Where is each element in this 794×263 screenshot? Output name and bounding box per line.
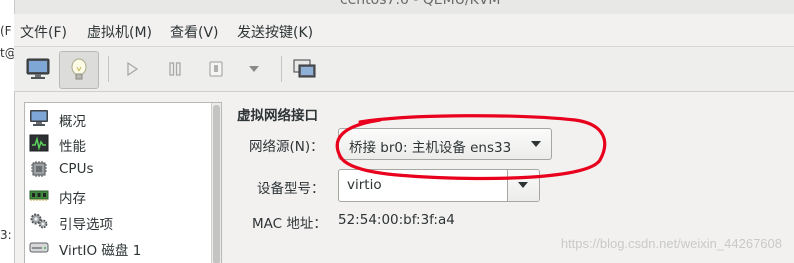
menu-send-key[interactable]: 发送按键(K)	[237, 22, 313, 42]
watermark: https://blog.csdn.net/weixin_44267608	[560, 236, 782, 251]
vm-details-window: centos7.6 - QEMU/KVM (F t@ 3: 文件(F) 虚拟机(…	[0, 0, 794, 263]
sidebar-item-label: VirtIO 磁盘 1	[59, 243, 142, 259]
pause-button[interactable]	[157, 51, 193, 87]
network-source-value: 桥接 br0: 主机设备 ens33	[349, 140, 512, 156]
background-fragment: 3:	[0, 228, 12, 242]
chevron-down-icon	[249, 66, 259, 72]
sidebar-item-label: 性能	[59, 139, 86, 155]
pause-icon	[169, 62, 181, 76]
memory-module-icon	[29, 190, 49, 201]
mac-address-label: MAC 地址：	[252, 216, 327, 232]
mac-address-value: 52:54:00:bf:3f:a4	[338, 212, 455, 228]
sidebar-scrollbar-thumb[interactable]	[213, 105, 220, 263]
background-window-edge: (F t@ 3:	[0, 0, 17, 263]
sidebar-item-label: CPUs	[59, 161, 94, 177]
console-button[interactable]	[20, 51, 56, 87]
chevron-down-icon	[518, 182, 528, 188]
device-model-label: 设备型号：	[257, 181, 325, 197]
disk-drive-icon	[29, 242, 49, 253]
sidebar-item-memory[interactable]: 内存	[25, 183, 211, 208]
sidebar-scrollbar[interactable]	[211, 103, 221, 263]
sidebar-item-overview[interactable]: 概况	[25, 106, 211, 131]
sidebar-item-label: 引导选项	[59, 217, 113, 233]
toolbar-separator	[281, 56, 282, 82]
play-icon	[127, 61, 139, 77]
shutdown-menu-button[interactable]	[236, 51, 272, 87]
device-model-combo[interactable]: virtio	[338, 169, 540, 202]
monitor-icon	[30, 110, 48, 126]
chevron-down-icon	[531, 141, 541, 147]
window-titlebar: centos7.6 - QEMU/KVM	[0, 0, 794, 14]
shutdown-button[interactable]	[198, 51, 234, 87]
power-icon	[209, 61, 223, 77]
network-source-select[interactable]: 桥接 br0: 主机设备 ens33	[338, 128, 552, 160]
menu-file[interactable]: 文件(F)	[20, 22, 67, 42]
monitor-icon	[26, 58, 50, 79]
sidebar-item-cpus[interactable]: CPUs	[25, 157, 211, 182]
section-title: 虚拟网络接口	[237, 108, 318, 124]
gears-icon	[30, 213, 48, 229]
device-model-dropdown-button[interactable]	[507, 170, 539, 201]
menubar: 文件(F) 虚拟机(M) 查看(V) 发送按键(K)	[14, 14, 794, 47]
sidebar-item-label: 概况	[59, 114, 86, 130]
run-button[interactable]	[114, 51, 150, 87]
lightbulb-icon	[71, 58, 87, 80]
cpu-chip-icon	[31, 161, 47, 177]
menu-virtual-machine[interactable]: 虚拟机(M)	[87, 22, 152, 42]
menu-view[interactable]: 查看(V)	[170, 22, 219, 42]
network-source-label: 网络源(N)：	[249, 139, 324, 155]
fullscreen-icon	[293, 59, 316, 78]
performance-chart-icon	[29, 134, 49, 152]
window-title: centos7.6 - QEMU/KVM	[340, 0, 501, 8]
sidebar-item-performance[interactable]: 性能	[25, 131, 211, 156]
background-fragment: (F	[0, 24, 12, 38]
toolbar	[14, 47, 794, 92]
device-model-value: virtio	[347, 177, 382, 193]
fullscreen-button[interactable]	[287, 51, 323, 87]
sidebar-item-label: 内存	[59, 191, 86, 207]
hardware-list: 概况 性能 CPUs 内存 引导选项 VirtIO 磁盘 1	[24, 102, 222, 263]
details-button[interactable]	[59, 51, 99, 89]
toolbar-separator	[108, 56, 109, 82]
sidebar-item-boot-options[interactable]: 引导选项	[25, 209, 211, 234]
sidebar-item-virtio-disk-1[interactable]: VirtIO 磁盘 1	[25, 235, 211, 260]
